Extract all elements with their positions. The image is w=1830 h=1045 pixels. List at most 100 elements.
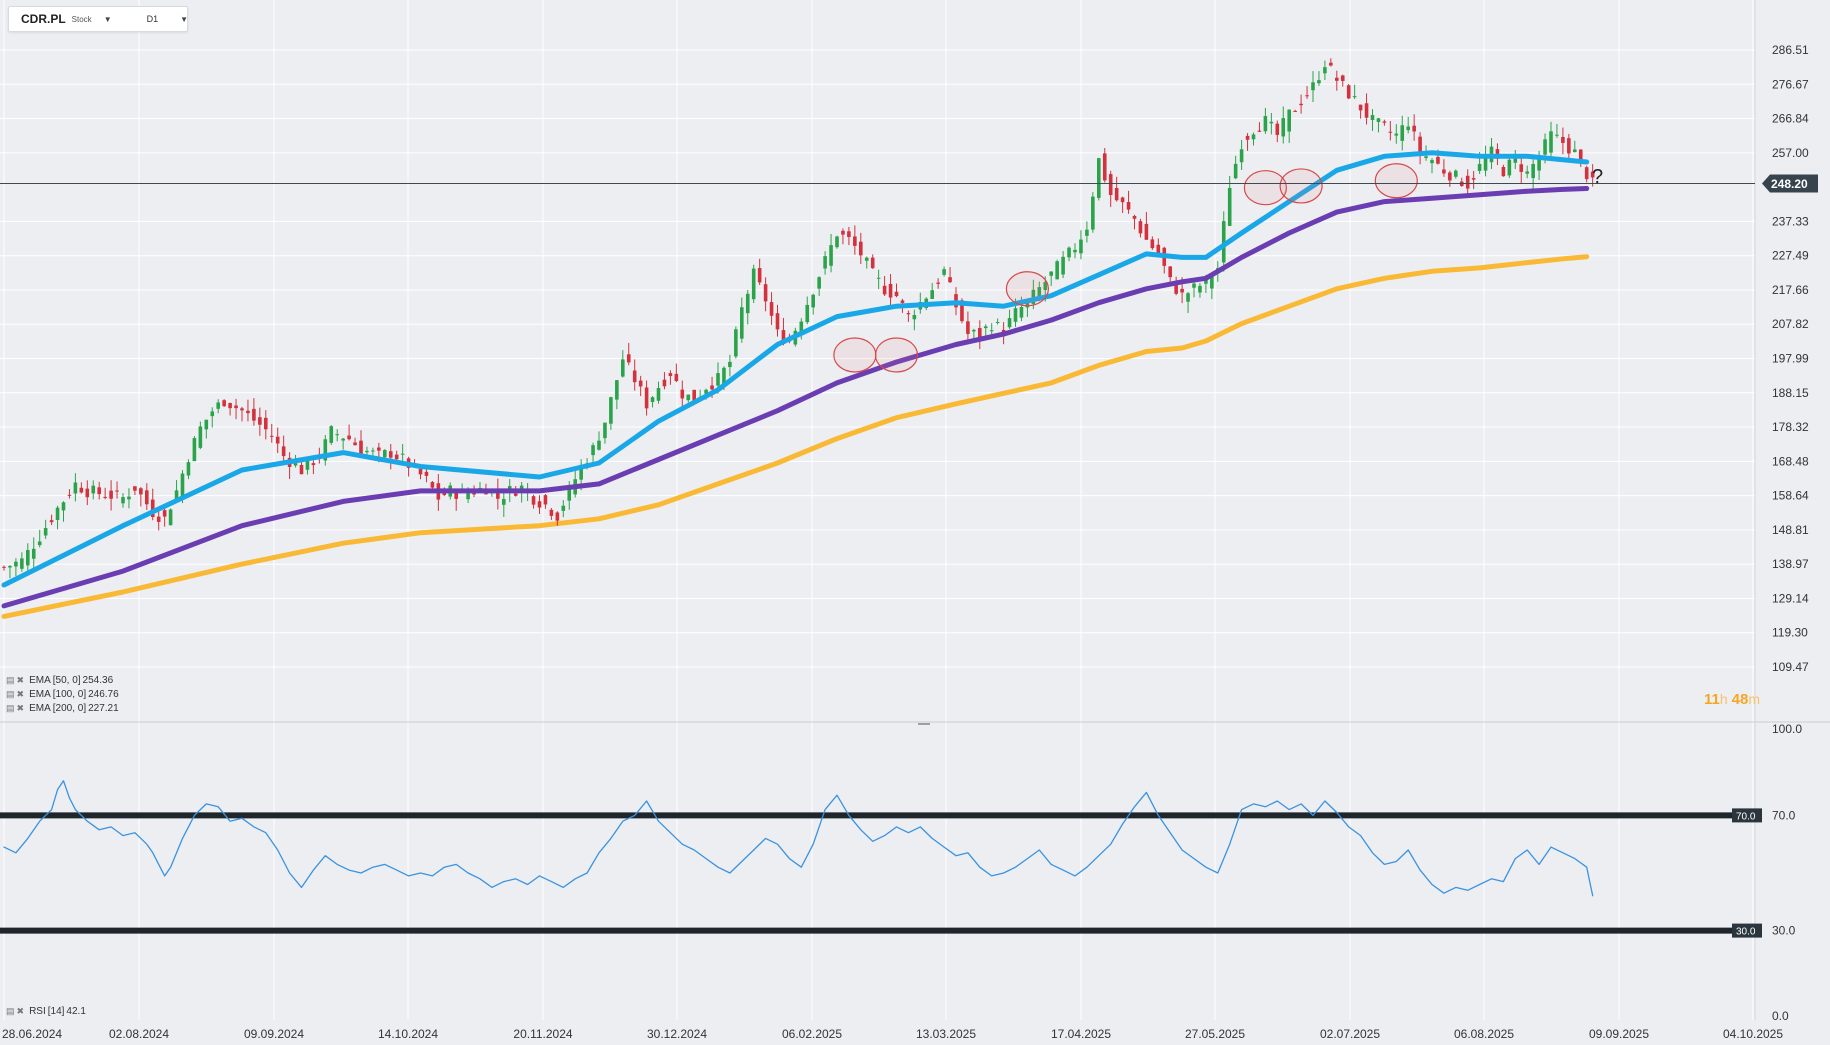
candle xyxy=(222,399,226,408)
ema-200-legend[interactable]: ▤ ✖ EMA [200, 0] 227.21 xyxy=(6,702,119,715)
candle-body xyxy=(1465,175,1470,189)
candle-body xyxy=(936,282,940,284)
candle xyxy=(561,500,566,518)
indicator-menu-icon[interactable]: ▤ xyxy=(6,689,15,700)
candle-body xyxy=(79,487,84,493)
candle xyxy=(763,277,768,312)
candle xyxy=(1335,70,1339,91)
date-tick-label: 28.06.2024 xyxy=(2,1027,62,1041)
symbol-selector[interactable]: CDR.PL Stock ▼ D1 ▼ xyxy=(8,6,188,32)
candle-body xyxy=(418,469,423,475)
candle xyxy=(1305,86,1309,99)
candle-body xyxy=(1442,169,1446,174)
candle-body xyxy=(870,257,875,269)
indicator-menu-icon[interactable]: ▤ xyxy=(6,703,15,714)
candle xyxy=(162,507,167,527)
candle xyxy=(14,558,18,577)
candle xyxy=(1049,271,1053,286)
candle xyxy=(1519,154,1524,184)
candle-body xyxy=(49,520,54,523)
candle xyxy=(989,323,994,336)
candle xyxy=(1239,139,1244,170)
candle xyxy=(829,233,833,273)
candle-body xyxy=(198,426,203,448)
candle-body xyxy=(1584,167,1589,180)
candle xyxy=(1382,119,1387,126)
candle xyxy=(882,276,887,297)
candle xyxy=(418,467,423,480)
candle xyxy=(734,326,738,359)
candle-body xyxy=(258,417,262,425)
indicator-menu-icon[interactable]: ▤ xyxy=(6,675,15,686)
candle-body xyxy=(430,482,435,488)
close-icon[interactable]: ✖ xyxy=(17,689,25,700)
date-tick-label: 06.08.2025 xyxy=(1454,1027,1514,1041)
candle-body xyxy=(1424,156,1428,158)
candle-body xyxy=(353,442,357,446)
candle xyxy=(1251,132,1256,146)
date-axis[interactable]: 28.06.2024 02.08.2024 09.09.2024 14.10.2024… xyxy=(0,1020,1830,1045)
candle-body xyxy=(1525,171,1529,174)
candle xyxy=(359,430,363,455)
candle-body xyxy=(876,277,881,279)
close-icon[interactable]: ✖ xyxy=(17,675,25,686)
ema-100-legend[interactable]: ▤ ✖ EMA [100, 0] 246.76 xyxy=(6,688,119,701)
candle xyxy=(912,309,917,331)
candle-body xyxy=(1531,163,1535,179)
candle xyxy=(1406,116,1410,134)
support-circle xyxy=(833,337,877,373)
candle-body xyxy=(264,417,268,430)
candle xyxy=(1114,176,1119,202)
indicator-menu-icon[interactable]: ▤ xyxy=(6,1006,15,1017)
price-tick-label: 129.14 xyxy=(1772,591,1809,605)
candle-body xyxy=(371,450,375,452)
candle-body xyxy=(615,380,619,400)
candle-body xyxy=(668,373,673,377)
candle-body xyxy=(20,558,24,569)
candle xyxy=(145,483,149,511)
price-axis[interactable]: 286.51 276.67 266.84 257.00 237.33 227.49 217.… xyxy=(1772,43,1809,674)
candle xyxy=(133,486,137,496)
symbol-dropdown-icon[interactable]: ▼ xyxy=(104,15,112,24)
candle-body xyxy=(281,446,286,457)
candle-body xyxy=(1251,134,1256,140)
candle-body xyxy=(26,550,30,566)
candle xyxy=(662,372,667,390)
candle xyxy=(216,399,220,414)
date-tick-label: 02.07.2025 xyxy=(1320,1027,1380,1041)
ema-50-legend[interactable]: ▤ ✖ EMA [50, 0] 254.36 xyxy=(6,674,113,687)
candle-body xyxy=(882,285,887,295)
close-icon[interactable]: ✖ xyxy=(17,1006,25,1017)
candle xyxy=(430,480,435,490)
candle xyxy=(1138,218,1143,238)
candle xyxy=(55,505,60,530)
candle xyxy=(1120,196,1125,213)
timeframe-dropdown-icon[interactable]: ▼ xyxy=(180,15,188,24)
candle-body xyxy=(817,277,821,289)
rsi-legend[interactable]: ▤ ✖ RSI [14] 42.1 xyxy=(6,1005,86,1018)
symbol-name[interactable]: CDR.PL xyxy=(21,12,66,26)
candle-body xyxy=(805,304,810,323)
chart-canvas[interactable]: 248.20 286.51 276.67 266.84 257.00 237.33 227… xyxy=(0,0,1830,1045)
candle xyxy=(287,452,292,480)
candle xyxy=(835,235,839,249)
candle xyxy=(109,480,113,511)
candle-body xyxy=(1281,118,1286,137)
candle xyxy=(1293,109,1297,112)
candle-body xyxy=(1227,187,1232,226)
candle xyxy=(1578,149,1583,167)
candle-body xyxy=(1067,247,1071,258)
candle-body xyxy=(978,328,982,338)
candle-body xyxy=(989,330,994,332)
candle xyxy=(853,225,857,255)
close-icon[interactable]: ✖ xyxy=(17,703,25,714)
candle xyxy=(591,442,595,464)
candle xyxy=(139,487,143,507)
price-tick-label: 286.51 xyxy=(1772,43,1809,57)
candle xyxy=(1186,291,1190,314)
candle xyxy=(97,481,101,500)
candle-body xyxy=(597,440,601,450)
timeframe-selector[interactable]: D1 xyxy=(147,14,159,24)
ema-200-path xyxy=(1,254,1590,619)
candle-body xyxy=(394,454,399,460)
